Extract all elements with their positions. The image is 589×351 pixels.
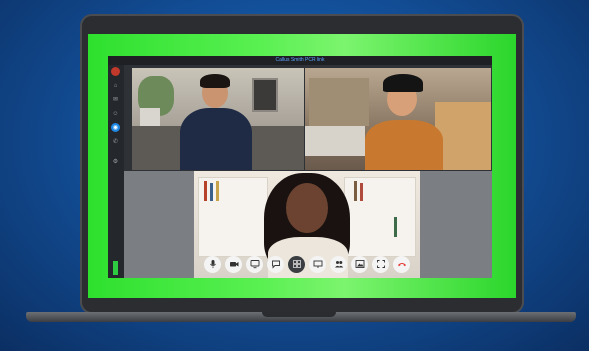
plant-pot <box>140 108 160 126</box>
avatar[interactable] <box>111 67 120 76</box>
calls-icon[interactable]: ◉ <box>111 123 120 132</box>
team-icon[interactable]: ☺ <box>111 109 120 118</box>
end-call-button[interactable] <box>393 255 410 273</box>
grid-icon <box>292 260 301 268</box>
bookshelf-left <box>198 177 268 257</box>
mic-button[interactable] <box>204 255 221 273</box>
window-title: Callus Smith PCR link <box>108 56 492 65</box>
call-controls-bar <box>204 254 418 274</box>
beanie <box>383 74 423 92</box>
sidebar: ⌂ ✉ ☺ ◉ ✆ ⚙ <box>108 65 124 278</box>
book <box>360 183 363 201</box>
book <box>394 217 397 237</box>
settings-icon[interactable]: ⚙ <box>111 157 120 166</box>
person-head <box>286 183 328 233</box>
book <box>204 181 207 201</box>
book <box>216 181 219 201</box>
video-call-app-window: Callus Smith PCR link ⌂ ✉ ☺ ◉ ✆ ⚙ <box>108 56 492 278</box>
layout-button[interactable] <box>288 255 305 273</box>
wall-frame <box>252 78 278 112</box>
chat-icon[interactable]: ✉ <box>111 95 120 104</box>
expand-icon <box>376 260 385 268</box>
hangup-icon <box>397 263 406 267</box>
fullscreen-button[interactable] <box>372 255 389 273</box>
laptop-notch <box>262 312 336 317</box>
participants-button[interactable] <box>330 255 347 273</box>
chat-bubble-icon <box>271 260 280 269</box>
person-body <box>180 108 252 170</box>
shelf-area <box>309 78 369 126</box>
chat-button[interactable] <box>267 255 284 273</box>
person-hair <box>200 74 230 88</box>
image-button[interactable] <box>351 255 368 273</box>
people-icon <box>334 261 343 268</box>
share-screen-button[interactable] <box>246 255 263 273</box>
image-icon <box>355 260 364 268</box>
background: Callus Smith PCR link ⌂ ✉ ☺ ◉ ✆ ⚙ <box>0 0 589 351</box>
book <box>210 183 213 201</box>
book <box>354 181 357 201</box>
screen-icon <box>313 260 322 268</box>
mic-icon <box>209 260 216 268</box>
empty-tile-right <box>420 171 492 278</box>
status-indicator <box>113 261 118 275</box>
camera-button[interactable] <box>225 255 242 273</box>
home-icon[interactable]: ⌂ <box>111 81 120 90</box>
phone-icon[interactable]: ✆ <box>111 137 120 146</box>
whiteboard-button[interactable] <box>309 255 326 273</box>
participant-2-video[interactable] <box>305 68 491 170</box>
camera-icon <box>229 262 238 267</box>
wood-floor <box>435 102 491 170</box>
sofa <box>305 126 365 156</box>
person-body <box>365 120 443 170</box>
empty-tile-left <box>124 171 194 278</box>
participant-1-video[interactable] <box>132 68 304 170</box>
monitor-icon <box>250 260 259 269</box>
